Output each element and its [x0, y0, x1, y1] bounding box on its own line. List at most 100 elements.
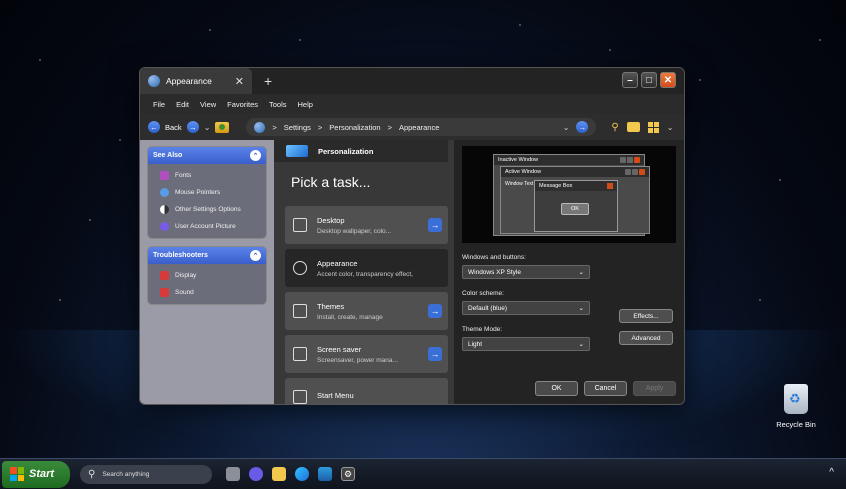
search-icon[interactable]: ⚲	[611, 122, 618, 133]
troubleshooter-item-sound[interactable]: Sound	[148, 284, 266, 301]
start-button[interactable]: Start	[2, 460, 70, 488]
address-segment-appearance[interactable]: Appearance	[399, 123, 439, 132]
menu-edit[interactable]: Edit	[176, 100, 189, 109]
collapse-chevron-icon[interactable]: ⌃	[250, 150, 261, 161]
maximize-button[interactable]: □	[641, 72, 657, 88]
task-themes[interactable]: Themes Install, create, manage →	[285, 292, 448, 330]
menu-favorites[interactable]: Favorites	[227, 100, 258, 109]
select-value: Default (blue)	[468, 304, 508, 312]
apply-button[interactable]: Apply	[633, 381, 676, 396]
appearance-settings: Inactive Window Active Window Window Tex…	[454, 140, 684, 404]
views-dropdown-icon[interactable]: ⌄	[667, 123, 674, 132]
recycle-bin-label: Recycle Bin	[776, 420, 816, 429]
recycle-bin[interactable]: Recycle Bin	[771, 384, 821, 429]
task-desktop[interactable]: Desktop Desktop wallpaper, colo... →	[285, 206, 448, 244]
go-arrow-icon[interactable]: →	[576, 121, 589, 133]
views-grid-icon[interactable]	[647, 121, 659, 133]
task-desc: Install, create, manage	[317, 313, 383, 321]
address-separator: >	[272, 122, 277, 132]
task-view-icon[interactable]	[226, 467, 240, 481]
theme-mode-select[interactable]: Light ⌄	[462, 337, 590, 351]
new-tab-button[interactable]: +	[264, 73, 272, 89]
file-explorer-icon[interactable]	[272, 467, 286, 481]
back-button[interactable]: Back	[165, 123, 182, 132]
troubleshooters-header[interactable]: Troubleshooters ⌃	[148, 247, 266, 264]
windows-logo-icon	[10, 467, 24, 481]
settings-gear-icon[interactable]: ⚙	[341, 467, 355, 481]
task-appearance[interactable]: Appearance Accent color, transparency eff…	[285, 249, 448, 287]
color-scheme-label: Color scheme:	[462, 290, 504, 297]
dialog-buttons: OK Cancel Apply	[535, 381, 676, 396]
menu-tools[interactable]: Tools	[269, 100, 287, 109]
search-placeholder: Search anything	[102, 470, 150, 478]
task-start-menu[interactable]: Start Menu	[285, 378, 448, 404]
preview-message-box: Message Box OK	[534, 180, 618, 232]
menu-help[interactable]: Help	[298, 100, 313, 109]
see-also-item-fonts[interactable]: Fonts	[148, 167, 266, 184]
task-title: Desktop	[317, 215, 345, 225]
content-area: See Also ⌃ Fonts Mouse Pointers Other Se…	[140, 140, 684, 404]
see-also-header[interactable]: See Also ⌃	[148, 147, 266, 164]
see-also-title: See Also	[153, 152, 183, 159]
address-segment-personalization[interactable]: Personalization	[329, 123, 380, 132]
inactive-window-title: Inactive Window	[498, 157, 539, 163]
task-desc: Accent color, transparency effect,	[317, 270, 413, 278]
store-icon[interactable]	[318, 467, 332, 481]
title-bar: Appearance ✕ + – □ ✕	[140, 68, 684, 94]
chat-icon[interactable]	[249, 467, 263, 481]
item-label: Display	[175, 272, 197, 279]
task-screen-saver[interactable]: Screen saver Screensaver, power mana... →	[285, 335, 448, 373]
personalization-icon	[286, 145, 308, 157]
advanced-button[interactable]: Advanced	[619, 331, 673, 345]
back-arrow-icon[interactable]: ←	[148, 121, 160, 133]
appearance-window: Appearance ✕ + – □ ✕ File Edit View Favo…	[139, 67, 685, 405]
ok-button[interactable]: OK	[535, 381, 578, 396]
task-title: Start Menu	[317, 391, 354, 400]
arrow-right-icon[interactable]: →	[428, 347, 442, 361]
see-also-item-user-picture[interactable]: User Account Picture	[148, 218, 266, 235]
see-also-item-mouse-pointers[interactable]: Mouse Pointers	[148, 184, 266, 201]
arrow-right-icon[interactable]: →	[428, 304, 442, 318]
address-dropdown-icon[interactable]: ⌄	[563, 123, 570, 132]
menu-view[interactable]: View	[200, 100, 216, 109]
forward-arrow-icon[interactable]: →	[186, 121, 199, 133]
see-also-panel: See Also ⌃ Fonts Mouse Pointers Other Se…	[147, 146, 267, 239]
windows-buttons-select[interactable]: Windows XP Style ⌄	[462, 265, 590, 279]
minimize-button[interactable]: –	[622, 72, 638, 88]
search-icon: ⚲	[88, 468, 96, 480]
close-tab-icon[interactable]: ✕	[235, 75, 244, 88]
address-bar[interactable]: > Settings > Personalization > Appearanc…	[246, 118, 597, 136]
history-dropdown-icon[interactable]: ⌄	[204, 123, 211, 132]
toolbar-tools: ⚲ ⌄	[611, 121, 674, 133]
item-label: User Account Picture	[175, 223, 236, 230]
folders-icon[interactable]	[626, 122, 640, 132]
chevron-down-icon: ⌄	[578, 305, 584, 312]
palette-icon	[293, 261, 307, 275]
taskbar-search[interactable]: ⚲ Search anything	[80, 464, 212, 484]
task-pane: See Also ⌃ Fonts Mouse Pointers Other Se…	[140, 140, 274, 404]
arrow-right-icon[interactable]: →	[428, 218, 442, 232]
address-globe-icon	[254, 121, 266, 133]
close-window-button[interactable]: ✕	[660, 72, 676, 88]
address-segment-settings[interactable]: Settings	[284, 123, 311, 132]
collapse-chevron-icon[interactable]: ⌃	[250, 250, 261, 261]
troubleshooter-item-display[interactable]: Display	[148, 267, 266, 284]
cancel-button[interactable]: Cancel	[584, 381, 627, 396]
edge-browser-icon[interactable]	[295, 467, 309, 481]
up-folder-icon[interactable]	[215, 121, 230, 133]
task-desc: Screensaver, power mana...	[317, 356, 398, 364]
navigation-bar: ← Back → ⌄ > Settings > Personalization …	[140, 114, 684, 140]
tab-appearance[interactable]: Appearance ✕	[140, 68, 252, 94]
select-value: Light	[468, 340, 483, 348]
tray-overflow-icon[interactable]: ^	[829, 467, 834, 478]
task-title: Themes	[317, 301, 345, 311]
effects-button[interactable]: Effects...	[619, 309, 673, 323]
sound-icon	[160, 288, 169, 297]
mouse-icon	[160, 188, 169, 197]
see-also-item-other-settings[interactable]: Other Settings Options	[148, 201, 266, 218]
color-scheme-select[interactable]: Default (blue) ⌄	[462, 301, 590, 315]
menu-file[interactable]: File	[153, 100, 165, 109]
item-label: Fonts	[175, 172, 192, 179]
select-value: Windows XP Style	[468, 268, 521, 276]
brush-icon	[293, 304, 307, 318]
